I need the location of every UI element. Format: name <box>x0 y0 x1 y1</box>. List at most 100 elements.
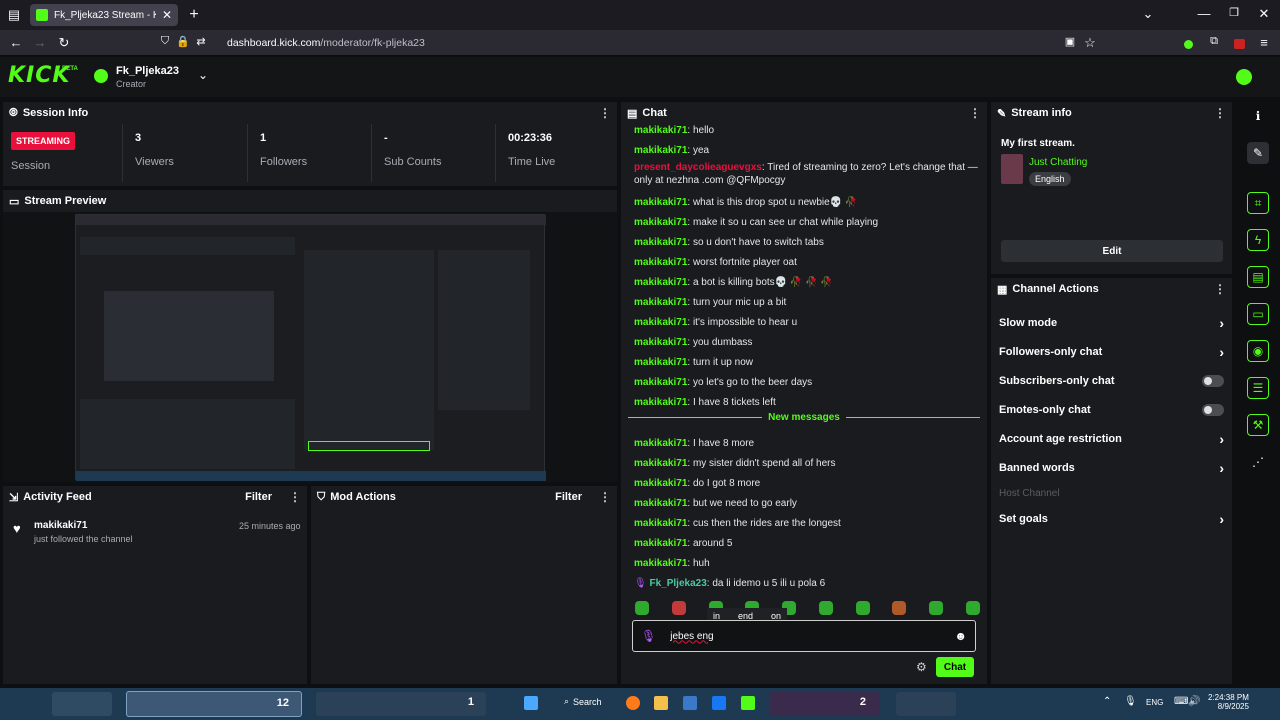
edit-stream-button[interactable]: Edit <box>1001 240 1223 262</box>
action-followers-only[interactable]: Followers-only chat › <box>991 337 1232 366</box>
chat-username[interactable]: makikaki71 <box>634 498 687 509</box>
chat-username[interactable]: makikaki71 <box>634 257 687 268</box>
emoji-picker-icon[interactable]: ☻ <box>954 629 967 643</box>
shield-icon[interactable]: ⛉ <box>155 35 175 48</box>
stream-preview-video[interactable] <box>75 214 546 481</box>
emote-icon[interactable] <box>892 601 907 615</box>
chat-username[interactable]: makikaki71 <box>634 197 687 208</box>
tab-list-icon[interactable]: ▤ <box>4 7 24 23</box>
chat-username[interactable]: makikaki71 <box>634 518 687 529</box>
clip-icon[interactable]: ⌗ <box>1247 192 1269 214</box>
taskbar-game-window[interactable]: 2 <box>770 692 880 716</box>
action-banned-words[interactable]: Banned words › <box>991 453 1232 482</box>
emote-icon[interactable] <box>855 601 870 615</box>
tab-overflow-icon[interactable]: ⌄ <box>1138 6 1158 22</box>
back-icon[interactable]: ← <box>6 35 26 50</box>
activity-user[interactable]: makikaki71 <box>34 520 87 531</box>
taskbar-active-window[interactable]: 12 <box>126 691 302 717</box>
minimize-icon[interactable]: — <box>1194 6 1214 21</box>
chat-username[interactable]: makikaki71 <box>634 237 687 248</box>
bookmark-star-icon[interactable]: ☆ <box>1080 35 1100 51</box>
reload-icon[interactable]: ↻ <box>54 35 74 51</box>
document-icon[interactable]: ▤ <box>1247 266 1269 288</box>
chat-settings-gear-icon[interactable]: ⚙ <box>916 660 927 674</box>
address-bar[interactable]: dashboard.kick.com/moderator/fk-pljeka23 <box>227 37 425 49</box>
chat-username[interactable]: makikaki71 <box>634 337 687 348</box>
firefox-icon[interactable] <box>626 696 640 710</box>
menu-icon[interactable]: ≡ <box>1254 35 1274 50</box>
user-avatar[interactable] <box>1236 69 1252 85</box>
network-icon[interactable]: ⌨ <box>1174 696 1188 707</box>
subscribers-only-toggle[interactable] <box>1202 374 1224 387</box>
channel-avatar[interactable] <box>94 69 108 83</box>
new-messages-divider[interactable]: New messages <box>628 412 980 423</box>
chat-username[interactable]: Fk_Pljeka23 <box>649 578 706 589</box>
windows-start-icon[interactable] <box>524 696 538 710</box>
chat-username[interactable]: makikaki71 <box>634 438 687 449</box>
action-slow-mode[interactable]: Slow mode › <box>991 308 1232 337</box>
info-icon[interactable]: ℹ <box>1247 105 1269 127</box>
forward-icon[interactable]: → <box>30 35 50 50</box>
chat-input-box[interactable]: 🎙 jebes eng ☻ <box>632 620 976 652</box>
chat-username[interactable]: makikaki71 <box>634 558 687 569</box>
wrench-icon[interactable]: ⚒ <box>1247 414 1269 436</box>
lightning-icon[interactable]: ϟ <box>1247 229 1269 251</box>
edit-pencil-icon[interactable]: ✎ <box>1247 142 1269 164</box>
close-tab-icon[interactable]: ✕ <box>162 8 172 22</box>
share-icon[interactable]: ⋰ <box>1247 451 1269 473</box>
mod-filter-button[interactable]: Filter <box>555 491 582 503</box>
permissions-icon[interactable]: ⇄ <box>191 35 211 48</box>
session-menu-icon[interactable]: ⋮ <box>599 106 611 120</box>
chat-username[interactable]: makikaki71 <box>634 538 687 549</box>
new-tab-icon[interactable]: + <box>184 6 204 24</box>
chat-username[interactable]: makikaki71 <box>634 317 687 328</box>
emote-icon[interactable] <box>929 601 944 615</box>
taskbar-window[interactable] <box>896 692 956 716</box>
chat-input[interactable]: jebes eng <box>670 631 940 642</box>
chat-username[interactable]: makikaki71 <box>634 125 687 136</box>
chat-username[interactable]: present_daycolieaguevgxs <box>634 162 762 173</box>
browser-tab[interactable]: Fk_Pljeka23 Stream - Kick D ✕ <box>30 4 178 26</box>
chat-icon[interactable]: ▭ <box>1247 303 1269 325</box>
addon-icon[interactable] <box>1234 39 1245 49</box>
channel-name[interactable]: Fk_Pljeka23 <box>116 65 179 77</box>
emote-icon[interactable] <box>965 601 980 615</box>
restore-icon[interactable]: ❐ <box>1224 6 1244 19</box>
taskbar-search[interactable]: ⌕ Search <box>564 696 602 707</box>
store-icon[interactable] <box>683 696 697 710</box>
emote-icon[interactable] <box>818 601 833 615</box>
broadcast-waves-icon[interactable]: ◉ <box>1247 340 1269 362</box>
stream-info-menu-icon[interactable]: ⋮ <box>1214 106 1226 120</box>
file-explorer-icon[interactable] <box>654 696 668 710</box>
taskbar-window[interactable]: 1 <box>316 692 486 716</box>
mic-tray-icon[interactable]: 🎙 <box>1124 696 1137 707</box>
action-account-age[interactable]: Account age restriction › <box>991 424 1232 453</box>
volume-icon[interactable]: 🔊 <box>1188 696 1200 707</box>
input-language[interactable]: ENG <box>1146 698 1163 707</box>
action-set-goals[interactable]: Set goals › <box>991 504 1232 533</box>
taskbar-thumbnail[interactable] <box>52 692 112 716</box>
activity-filter-button[interactable]: Filter <box>245 491 272 503</box>
extension-icon[interactable] <box>1184 40 1193 49</box>
chat-username[interactable]: makikaki71 <box>634 277 687 288</box>
chat-username[interactable]: makikaki71 <box>634 458 687 469</box>
picture-in-picture-icon[interactable]: ▣ <box>1060 35 1080 48</box>
window-close-icon[interactable]: ✕ <box>1254 6 1274 22</box>
chat-username[interactable]: makikaki71 <box>634 478 687 489</box>
emote-icon[interactable] <box>635 601 649 615</box>
channel-switch-chevron-icon[interactable]: ⌄ <box>198 68 208 82</box>
emote-icon[interactable] <box>671 601 686 615</box>
extensions-puzzle-icon[interactable]: ⧉ <box>1204 35 1224 48</box>
emotes-only-toggle[interactable] <box>1202 403 1224 416</box>
mod-menu-icon[interactable]: ⋮ <box>599 490 611 504</box>
chat-username[interactable]: makikaki71 <box>634 297 687 308</box>
activity-menu-icon[interactable]: ⋮ <box>289 490 301 504</box>
facebook-icon[interactable] <box>712 696 726 710</box>
channel-actions-menu-icon[interactable]: ⋮ <box>1214 282 1226 296</box>
chat-username[interactable]: makikaki71 <box>634 377 687 388</box>
kick-app-icon[interactable] <box>741 696 755 710</box>
category-link[interactable]: Just Chatting <box>1029 157 1087 168</box>
taskbar-clock[interactable]: 2:24:38 PM 8/9/2025 <box>1208 693 1249 711</box>
chat-username[interactable]: makikaki71 <box>634 217 687 228</box>
send-chat-button[interactable]: Chat <box>936 657 974 677</box>
